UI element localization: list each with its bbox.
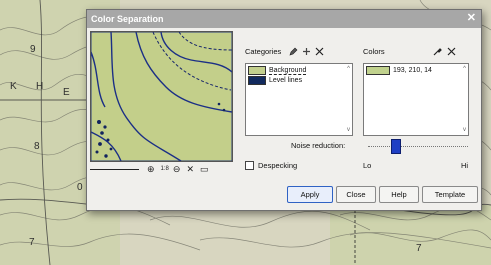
color-separation-dialog: Color Separation ✕ ⊕ 1:8 ⊖ ✕ ▭ Categorie… (86, 9, 482, 211)
map-grid-label: 0 (77, 182, 83, 193)
map-grid-label: 8 (34, 141, 40, 152)
dialog-title: Color Separation (91, 14, 164, 24)
clear-icon[interactable]: ✕ (186, 164, 194, 174)
noise-reduction-slider-thumb[interactable] (391, 139, 401, 154)
preview-toolbar: ⊕ 1:8 ⊖ ✕ ▭ (90, 161, 240, 177)
map-preview[interactable] (90, 31, 233, 162)
scroll-down-icon[interactable]: v (463, 127, 466, 133)
eyedropper-icon[interactable] (433, 47, 442, 56)
delete-category-icon[interactable] (315, 47, 324, 56)
category-item-level-lines[interactable]: Level lines (248, 76, 302, 85)
scroll-up-icon[interactable]: ^ (347, 66, 350, 72)
categories-header: Categories (245, 45, 324, 57)
despeckling-option[interactable]: Despecking (245, 161, 297, 170)
colors-list[interactable]: 193, 210, 14 ^ v (363, 63, 469, 136)
slider-lo-label: Lo (363, 161, 372, 170)
delete-color-icon[interactable] (447, 47, 456, 56)
add-category-icon[interactable] (302, 47, 311, 56)
preview-image (91, 32, 232, 161)
template-button[interactable]: Template (422, 186, 478, 203)
category-label: Background (269, 66, 307, 75)
color-swatch (366, 66, 390, 75)
categories-label: Categories (245, 46, 282, 56)
colors-label: Colors (363, 46, 385, 56)
map-grid-label: 9 (30, 44, 36, 55)
map-grid-label: 7 (29, 237, 35, 248)
map-grid-label: H (36, 81, 44, 92)
map-grid-label: 7 (416, 243, 422, 254)
category-color-swatch (248, 76, 266, 85)
help-button[interactable]: Help (379, 186, 419, 203)
toolbar-divider (90, 168, 139, 170)
despeckling-checkbox[interactable] (245, 161, 254, 170)
category-label: Level lines (269, 77, 303, 84)
map-grid-label: E (63, 87, 70, 98)
close-button[interactable]: Close (336, 186, 376, 203)
slider-hi-label: Hi (461, 161, 469, 170)
apply-button[interactable]: Apply (287, 186, 333, 203)
scroll-up-icon[interactable]: ^ (463, 66, 466, 72)
color-value: 193, 210, 14 (393, 67, 432, 74)
close-icon[interactable]: ✕ (467, 12, 476, 25)
zoom-level: 1:8 (160, 166, 169, 172)
category-color-swatch (248, 66, 266, 75)
scroll-down-icon[interactable]: v (347, 127, 350, 133)
zoom-out-icon[interactable]: ⊖ (173, 164, 181, 174)
colors-header: Colors (363, 45, 385, 57)
edit-category-icon[interactable] (289, 47, 298, 56)
zoom-in-icon[interactable]: ⊕ (147, 164, 155, 174)
noise-reduction-slider-track[interactable] (368, 146, 468, 147)
noise-reduction-label: Noise reduction: (291, 141, 346, 150)
map-grid-label: K (10, 81, 17, 92)
dialog-title-bar[interactable]: Color Separation ✕ (87, 10, 481, 28)
categories-list[interactable]: Background Level lines ^ v (245, 63, 353, 136)
fit-to-window-icon[interactable]: ▭ (200, 164, 209, 174)
despeckling-label: Despecking (258, 161, 298, 170)
category-item-background[interactable]: Background (248, 66, 307, 75)
color-item[interactable]: 193, 210, 14 (366, 66, 432, 75)
